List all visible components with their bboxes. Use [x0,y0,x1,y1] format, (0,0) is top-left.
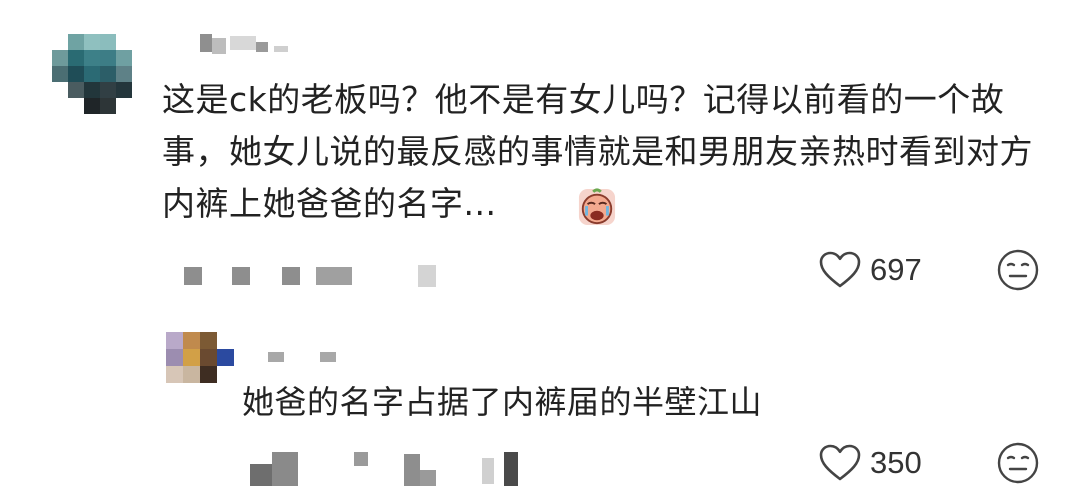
reply-username-blurred[interactable] [268,348,348,372]
reply-text: 她爸的名字占据了内裤届的半壁江山 [242,383,763,421]
heart-outline-icon [819,251,861,288]
username-blurred[interactable] [196,32,306,56]
avatar[interactable] [52,34,132,114]
comment-meta-blurred [184,265,444,289]
reply-meta-blurred [250,452,530,486]
crying-face-emoji [578,188,616,226]
like-count: 697 [870,252,922,287]
expressionless-face-icon[interactable] [996,441,1040,485]
heart-outline-icon [819,444,861,481]
reply-avatar[interactable] [166,332,234,383]
like-count: 350 [870,445,922,480]
like-button[interactable]: 697 [818,250,922,290]
comment-thread: 这是ck的老板吗？他不是有女儿吗？记得以前看的一个故事，她女儿说的最反感的事情就… [0,0,1080,492]
like-button[interactable]: 350 [818,443,922,483]
expressionless-face-icon[interactable] [996,248,1040,292]
